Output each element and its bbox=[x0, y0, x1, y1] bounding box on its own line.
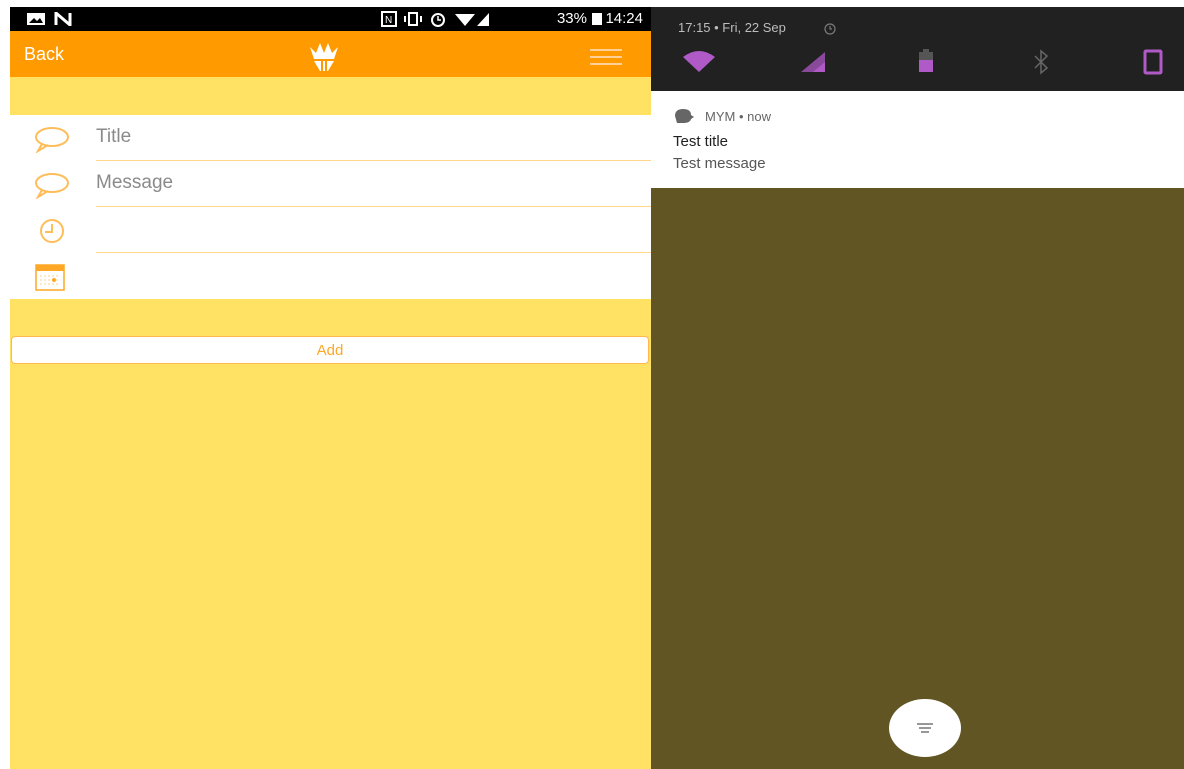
list-menu-icon[interactable] bbox=[588, 47, 624, 67]
left-phone-screen: N 33% 14:24 Back Title Message Add bbox=[10, 7, 651, 769]
image-icon bbox=[27, 13, 45, 25]
message-row[interactable]: Message bbox=[10, 161, 651, 207]
notification-card[interactable]: MYM • now Test title Test message bbox=[651, 91, 1184, 188]
reminder-form: Title Message bbox=[10, 115, 651, 299]
clear-all-icon bbox=[917, 723, 933, 733]
time-row[interactable] bbox=[10, 207, 651, 253]
nfc-n-icon bbox=[54, 12, 72, 26]
svg-text:N: N bbox=[385, 15, 392, 26]
signal-icon[interactable] bbox=[799, 48, 833, 76]
message-input[interactable]: Message bbox=[96, 172, 173, 194]
status-datetime: 17:15 • Fri, 22 Sep bbox=[678, 20, 786, 35]
speech-bubble-icon bbox=[35, 173, 69, 199]
battery-percent: 33% bbox=[556, 10, 587, 27]
app-logo-icon bbox=[310, 43, 338, 71]
status-icons: N bbox=[381, 11, 489, 27]
calendar-icon bbox=[35, 264, 65, 291]
wifi-icon[interactable] bbox=[682, 48, 716, 76]
rotate-icon[interactable] bbox=[1136, 48, 1170, 76]
app-bar: Back bbox=[10, 31, 651, 77]
notification-title: Test title bbox=[673, 133, 729, 150]
clear-notifications-button[interactable] bbox=[889, 699, 961, 757]
title-input[interactable]: Title bbox=[96, 126, 131, 148]
quick-settings-panel: 17:15 • Fri, 22 Sep bbox=[651, 7, 1184, 91]
status-time: 14:24 bbox=[605, 10, 643, 27]
notification-app-line: MYM • now bbox=[705, 109, 771, 124]
clock-icon bbox=[40, 219, 64, 243]
right-phone-screen: 17:15 • Fri, 22 Sep MYM • now Test title… bbox=[651, 7, 1184, 769]
battery-icon bbox=[592, 13, 602, 25]
add-button[interactable]: Add bbox=[11, 336, 649, 364]
battery-icon[interactable] bbox=[909, 48, 943, 76]
status-bar: N 33% 14:24 bbox=[10, 7, 651, 31]
bluetooth-icon[interactable] bbox=[1024, 48, 1058, 76]
notification-message: Test message bbox=[673, 155, 766, 172]
alarm-icon bbox=[824, 23, 836, 35]
speech-bubble-icon bbox=[35, 127, 69, 153]
app-small-icon bbox=[675, 109, 694, 123]
date-row[interactable] bbox=[10, 253, 651, 299]
title-row[interactable]: Title bbox=[10, 115, 651, 161]
back-button[interactable]: Back bbox=[24, 44, 64, 65]
